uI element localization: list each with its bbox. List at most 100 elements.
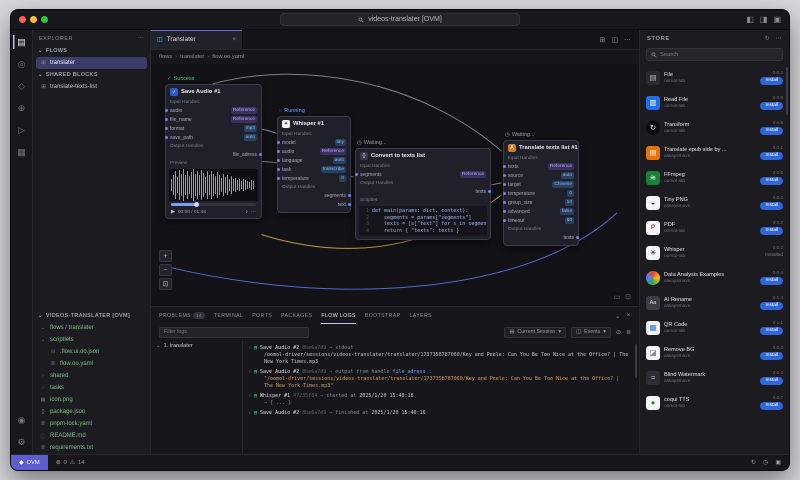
install-button[interactable]: Install	[760, 227, 783, 235]
handle-value-chip[interactable]: 0	[339, 175, 346, 182]
install-button[interactable]: Install	[760, 327, 783, 335]
store-item[interactable]: ✳ Whisper oomol-lab 0.0.2 Installed	[640, 240, 789, 265]
node-translate-texts[interactable]: ◷ Waiting... A Translate texts list #1 I…	[503, 132, 579, 246]
node-save-audio[interactable]: ✓ Success ♪ Save Audio #1 Input Handles	[165, 76, 262, 219]
handle-dot[interactable]	[277, 168, 280, 171]
handle-dot[interactable]	[503, 210, 506, 213]
handle-dot[interactable]	[348, 194, 351, 197]
handle-dot[interactable]	[259, 153, 262, 156]
layout-status-icon[interactable]: ▣	[775, 459, 781, 466]
input-handle-row[interactable]: temperature 0	[503, 189, 578, 198]
install-button[interactable]: Install	[760, 352, 783, 360]
scrollbar[interactable]	[634, 344, 637, 378]
input-handle-row[interactable]: file_name Reference	[165, 115, 261, 124]
session-dropdown[interactable]: ▤ Current Session ▾	[504, 326, 567, 338]
input-handle-row[interactable]: format mp3	[165, 124, 261, 133]
panel-tab[interactable]: FLOW LOGS	[321, 307, 355, 324]
breadcrumb-item[interactable]: flow.oo.yaml	[212, 54, 244, 60]
input-handle-row[interactable]: save_path auto	[165, 133, 261, 142]
tree-item[interactable]: › shared	[33, 370, 150, 382]
tree-item[interactable]: {} package.json	[33, 406, 150, 418]
store-search-input[interactable]: Search	[646, 48, 783, 61]
activity-account-icon[interactable]: ◉	[13, 413, 31, 427]
log-row[interactable]: › ▤ Whisper #1 47235f84 ⇒ started at 202…	[248, 391, 629, 407]
activity-flows-icon[interactable]: ◇	[13, 79, 31, 93]
activity-source-control-icon[interactable]: ⊕	[13, 101, 31, 115]
install-button[interactable]: Install	[760, 77, 783, 85]
panel-tab[interactable]: PORTS	[252, 307, 272, 324]
sync-icon[interactable]: ↻	[751, 459, 756, 466]
chevron-right-icon[interactable]: ›	[248, 369, 251, 375]
input-handle-row[interactable]: task transcribe	[277, 165, 350, 174]
output-handle-row[interactable]: segments	[278, 191, 351, 200]
log-row[interactable]: › ▤ Save Audio #2 8be6a7d9 ⇒ finished at…	[248, 408, 629, 417]
fit-view-button[interactable]: ⊡	[159, 278, 172, 290]
activity-search-icon[interactable]: ◎	[13, 57, 31, 71]
install-button[interactable]: Installed	[765, 252, 783, 260]
handle-value-chip[interactable]: false	[559, 208, 574, 215]
tree-item[interactable]: ≣ requirements.txt	[33, 442, 150, 454]
zoom-in-button[interactable]: +	[159, 250, 172, 262]
handle-value-chip[interactable]: 60	[564, 217, 574, 224]
input-handle-row[interactable]: advanced false	[503, 207, 578, 216]
tree-item[interactable]: ⌄ flows / translater	[33, 322, 150, 334]
activity-explorer-icon[interactable]: ▤	[13, 35, 31, 49]
log-row[interactable]: › ▤ Save Audio #2 8be6a7d9 ⇒ stdout /oom…	[248, 343, 629, 365]
seek-slider[interactable]	[171, 201, 256, 207]
input-handle-row[interactable]: source auto	[503, 171, 578, 180]
layout-sidebar-icon[interactable]: ◧	[746, 15, 754, 24]
play-button[interactable]: ▶	[171, 209, 175, 215]
store-item[interactable]: ≈ Blind Watermark alwaysmavs 0.0.4 Insta…	[640, 365, 789, 390]
handle-dot[interactable]	[165, 136, 168, 139]
store-item[interactable]: ▤ Translate epub side by ... alwaysmavs …	[640, 140, 789, 165]
install-button[interactable]: Install	[760, 377, 783, 385]
input-handle-row[interactable]: timeout 60	[503, 216, 578, 225]
output-handle-row[interactable]: texts	[504, 233, 579, 242]
handle-dot[interactable]	[165, 118, 168, 121]
ovm-remote-badge[interactable]: ◆ OVM	[11, 455, 48, 470]
handle-dot[interactable]	[576, 236, 579, 239]
panel-tab[interactable]: PACKAGES	[281, 307, 312, 324]
install-button[interactable]: Install	[760, 152, 783, 160]
store-item[interactable]: Data Analysis Examples alwaysmavs 0.0.4 …	[640, 265, 789, 290]
panel-tab[interactable]: BOOTSTRAP	[365, 307, 401, 324]
scriptlet-code[interactable]: 1 def main(params: dict, context): 2 seg…	[359, 206, 487, 236]
handle-value-chip[interactable]: Reference	[230, 107, 257, 114]
handle-dot[interactable]	[165, 109, 168, 112]
filter-logs-input[interactable]: Filter logs	[159, 326, 309, 338]
volume-icon[interactable]: ♪	[246, 209, 249, 215]
handle-value-chip[interactable]: 0	[567, 190, 574, 197]
close-window-button[interactable]	[19, 16, 26, 23]
close-panel-icon[interactable]: ×	[627, 312, 631, 320]
fullscreen-icon[interactable]: ⊡	[625, 293, 631, 301]
input-handle-row[interactable]: language auto	[277, 156, 350, 165]
tree-item[interactable]: ≣ flow.oo.yaml	[33, 358, 150, 370]
scrollbar[interactable]	[785, 67, 788, 115]
store-item[interactable]: ↻ Transform oomol-lab 0.0.5 Install	[640, 115, 789, 140]
shared-block-item[interactable]: ⊞ translate-texts-list	[36, 81, 147, 93]
breadcrumb-item[interactable]: flows	[159, 54, 172, 60]
chevron-right-icon[interactable]: ›	[248, 393, 251, 399]
handle-value-chip[interactable]: 10	[564, 199, 574, 206]
clock-icon[interactable]: ◷	[763, 459, 768, 466]
tree-item[interactable]: ≣ pnpm-lock.yaml	[33, 418, 150, 430]
problems-status[interactable]: ⊗ 0 ⚠ 14	[56, 460, 85, 466]
tab-translater[interactable]: ◫ Translater ×	[151, 30, 243, 49]
input-handle-row[interactable]: texts Reference	[503, 162, 578, 171]
layout-editor-icon[interactable]: ◫	[611, 36, 618, 44]
handle-value-chip[interactable]: Chinese	[552, 181, 574, 188]
output-handle-row[interactable]: texts	[356, 187, 491, 196]
tree-item[interactable]: ▦ icon.png	[33, 394, 150, 406]
handle-dot[interactable]	[277, 159, 280, 162]
refresh-store-icon[interactable]: ↻	[765, 35, 771, 42]
store-item[interactable]: ● coqui TTS oomol-lab 0.0.7 Install	[640, 390, 789, 415]
activity-run-icon[interactable]: ▷	[13, 123, 31, 137]
chevron-right-icon[interactable]: ›	[248, 345, 251, 351]
install-button[interactable]: Install	[760, 402, 783, 410]
more-actions-icon[interactable]: ⋯	[624, 36, 631, 44]
input-handle-row[interactable]: segments Reference	[355, 170, 490, 179]
node-convert-to-texts[interactable]: ◷ Waiting... {} Convert to texts list In…	[355, 140, 491, 240]
handle-value-chip[interactable]: Reference	[459, 171, 486, 178]
scroll-lock-icon[interactable]: ≣	[626, 329, 631, 336]
handle-dot[interactable]	[503, 219, 506, 222]
